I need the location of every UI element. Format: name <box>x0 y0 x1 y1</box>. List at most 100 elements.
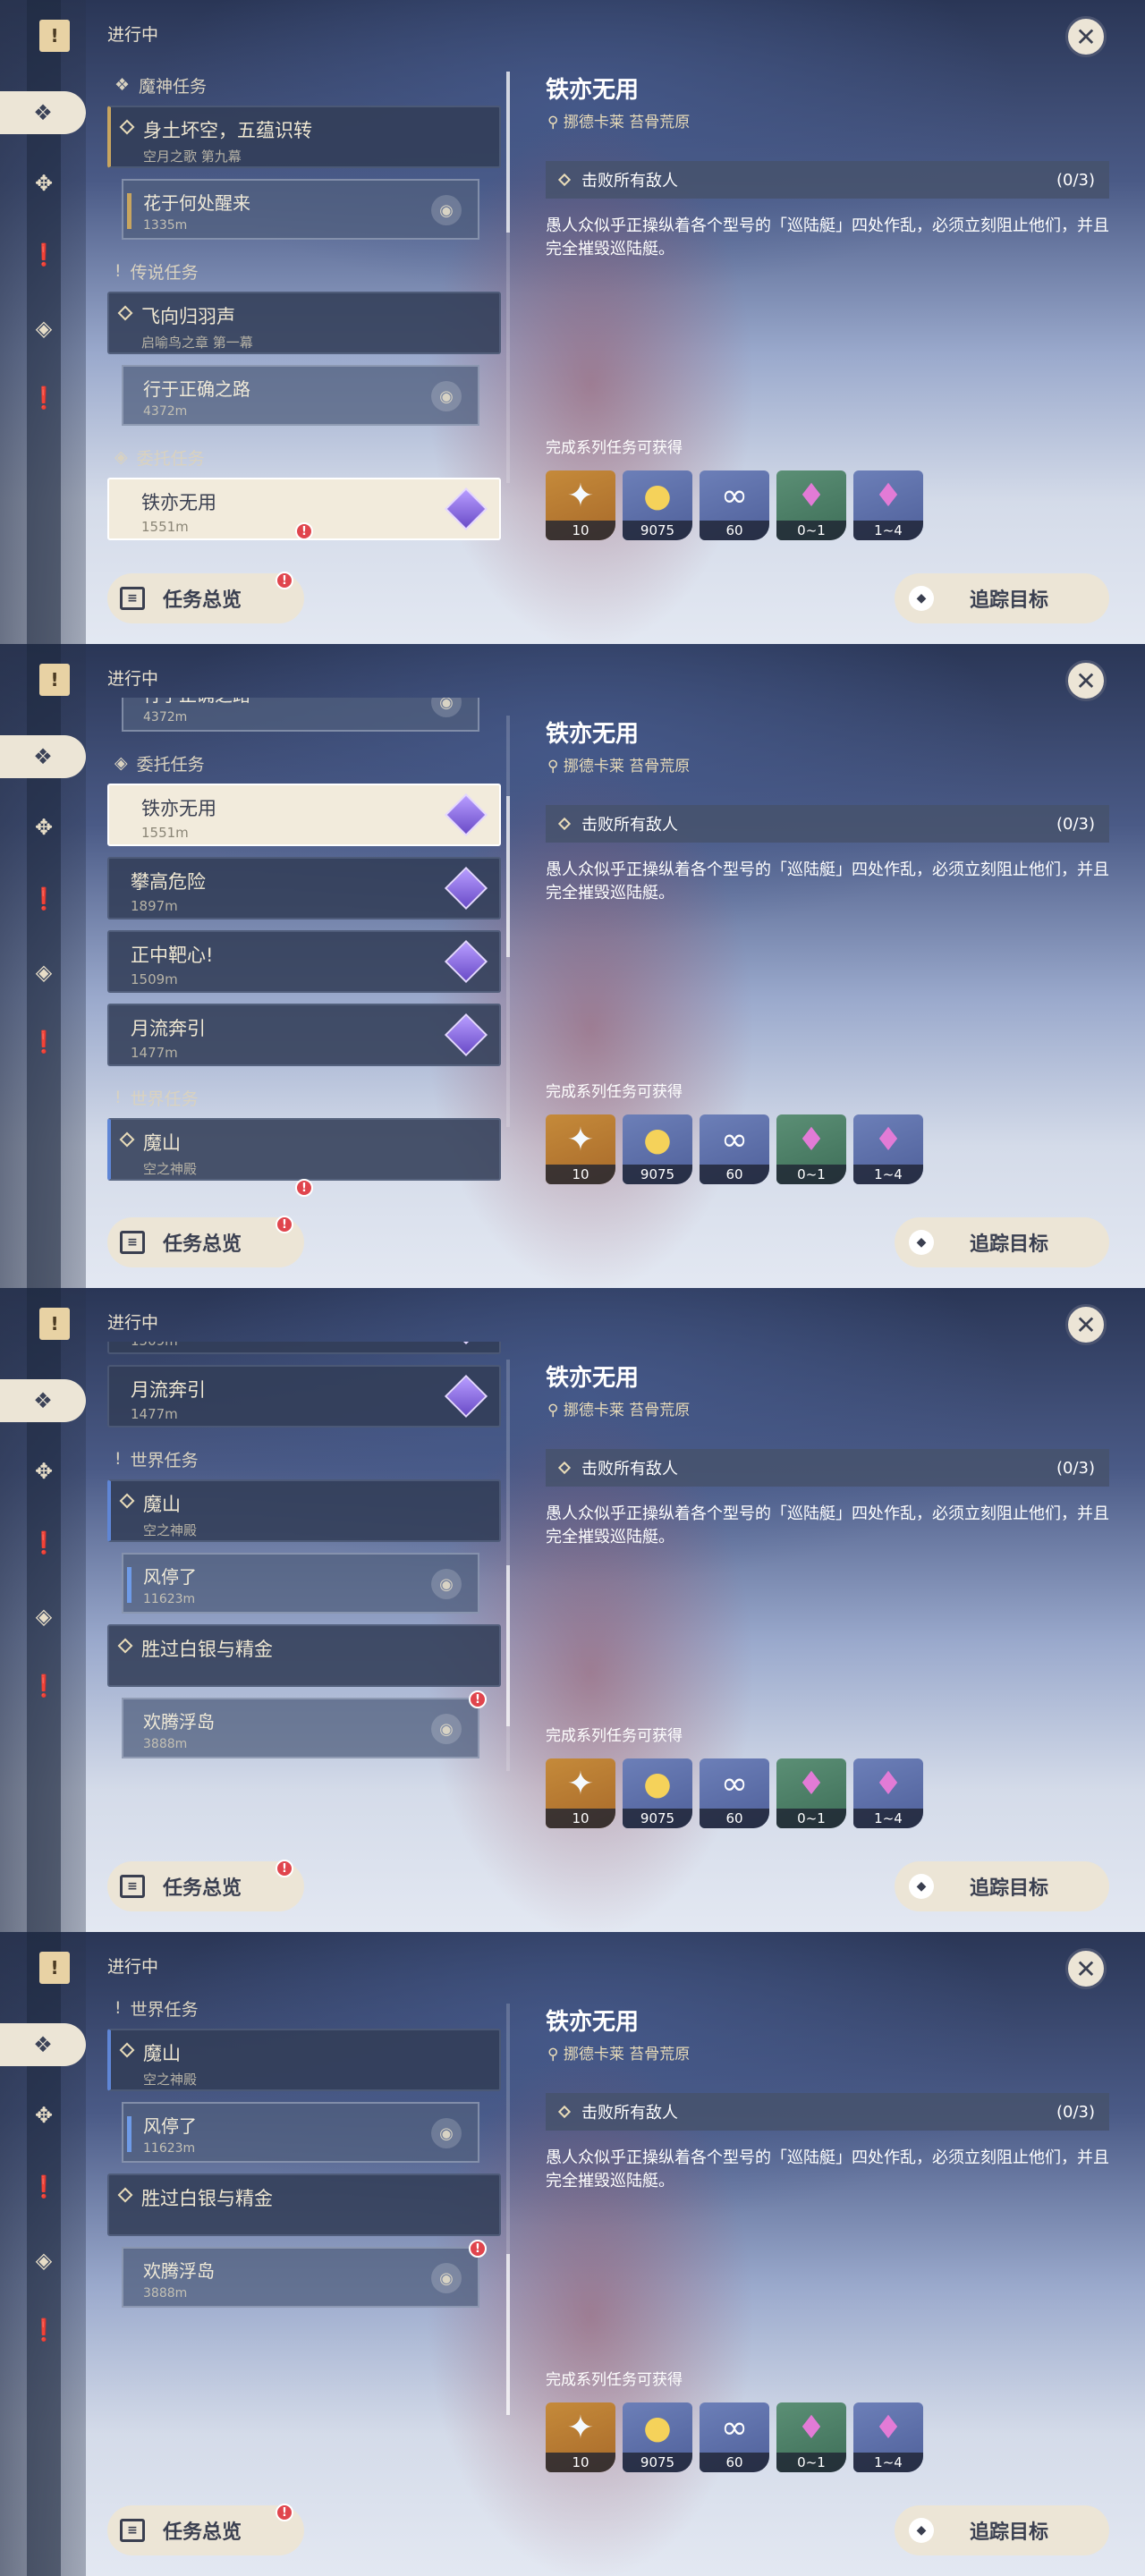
location-pin-icon[interactable]: ◉ <box>431 195 462 225</box>
quest-overview-button[interactable]: ≡ 任务总览! <box>107 1216 304 1267</box>
track-button[interactable]: ◆ 追踪目标 <box>895 2505 1109 2555</box>
primogem-icon[interactable]: ✦ 10 <box>546 1114 615 1184</box>
quest-list: 正中靶心! 1509m 月流奔引 1477m !世界任务 魔山 空之神殿 风停了… <box>106 1342 508 1843</box>
close-button[interactable]: ✕ <box>1065 660 1107 701</box>
quest-book-icon[interactable]: ! <box>39 664 70 696</box>
exclamation-icon[interactable]: ❗ <box>30 242 57 268</box>
compass-icon[interactable]: ✥ <box>30 1458 57 1485</box>
commission-icon[interactable]: ❖ <box>0 735 86 778</box>
commission-icon[interactable]: ❖ <box>0 91 86 134</box>
crystal-cluster-icon[interactable]: ♦ 1~4 <box>853 1758 923 1828</box>
sub-quest-card[interactable]: 风停了 11623m ◉ <box>122 2102 479 2163</box>
scroll-thumb[interactable] <box>506 72 510 233</box>
quest-overview-button[interactable]: ≡ 任务总览! <box>107 2504 304 2555</box>
quest-card[interactable]: 正中靶心! 1509m <box>107 930 501 993</box>
sub-quest-card[interactable]: 风停了 11623m ◉ <box>122 1553 479 1614</box>
location-pin-icon[interactable]: ◉ <box>431 2263 462 2293</box>
quest-card[interactable]: 正中靶心! 1509m <box>107 1342 501 1354</box>
compass-icon[interactable]: ✥ <box>30 2102 57 2129</box>
adventure-exp-icon[interactable]: ∞ 60 <box>700 2402 769 2472</box>
quest-title: 铁亦无用 <box>546 77 640 104</box>
primogem-icon[interactable]: ✦ 10 <box>546 2402 615 2472</box>
world-diamond-icon[interactable]: ◈ <box>30 2247 57 2274</box>
alert-badge: ! <box>469 2240 487 2258</box>
quest-book-icon[interactable]: ! <box>39 20 70 52</box>
quest-overview-button[interactable]: ≡ 任务总览! <box>107 1860 304 1911</box>
adventure-exp-icon[interactable]: ∞ 60 <box>700 1114 769 1184</box>
primogem-icon[interactable]: ✦ 10 <box>546 470 615 540</box>
location-pin-icon[interactable]: ◉ <box>431 381 462 411</box>
quest-card-selected[interactable]: 铁亦无用 1551m <box>107 784 501 846</box>
exclamation-icon: ! <box>114 1088 122 1107</box>
quest-card-archon[interactable]: 身土坏空，五蕴识转 空月之歌 第九幕 <box>107 106 501 168</box>
alert-badge: ! <box>295 1179 313 1197</box>
close-button[interactable]: ✕ <box>1065 1304 1107 1345</box>
exclamation-icon[interactable]: ❗ <box>30 886 57 912</box>
exclamation-icon[interactable]: ❗ <box>30 2174 57 2200</box>
quest-card-world[interactable]: 魔山 空之神殿 <box>107 1479 501 1542</box>
scrollbar[interactable] <box>506 1360 510 1771</box>
crystal-icon[interactable]: ♦ 0~1 <box>776 470 846 540</box>
quest-card[interactable]: 月流奔引 1477m <box>107 1365 501 1428</box>
track-button[interactable]: ◆ 追踪目标 <box>895 1861 1109 1911</box>
world-diamond-icon[interactable]: ◈ <box>30 959 57 986</box>
exclamation-icon[interactable]: ❗ <box>30 1673 57 1699</box>
exclamation-icon: ! <box>114 1998 122 2018</box>
crystal-icon[interactable]: ♦ 0~1 <box>776 2402 846 2472</box>
scrollbar[interactable] <box>506 2004 510 2415</box>
scrollbar[interactable] <box>506 72 510 483</box>
exclamation-icon[interactable]: ❗ <box>30 2317 57 2343</box>
primogem-icon[interactable]: ✦ 10 <box>546 1758 615 1828</box>
sub-quest-card[interactable]: 欢腾浮岛 3888m ◉ ! <box>122 1690 487 1758</box>
quest-book-icon[interactable]: ! <box>39 1308 70 1340</box>
sub-quest-card[interactable]: 欢腾浮岛 3888m ◉ ! <box>122 2240 487 2308</box>
location-pin-icon[interactable]: ◉ <box>431 1714 462 1744</box>
sub-quest-card[interactable]: 行于正确之路 4372m ◉ <box>122 365 479 426</box>
adventure-exp-icon[interactable]: ∞ 60 <box>700 1758 769 1828</box>
scroll-thumb[interactable] <box>506 1565 510 1726</box>
compass-icon[interactable]: ✥ <box>30 170 57 197</box>
location-pin-icon[interactable]: ◉ <box>431 1569 462 1599</box>
track-button[interactable]: ◆ 追踪目标 <box>895 573 1109 623</box>
diamond-icon <box>117 305 133 321</box>
quest-card-legend[interactable]: 飞向归羽声 启喻鸟之章 第一幕 <box>107 292 501 354</box>
crystal-cluster-icon[interactable]: ♦ 1~4 <box>853 2402 923 2472</box>
quest-location: ⚲ 挪德卡莱 苔骨荒原 <box>547 1402 691 1419</box>
location-pin-icon[interactable]: ◉ <box>431 2118 462 2148</box>
world-diamond-icon[interactable]: ◈ <box>30 1603 57 1630</box>
objective-icon <box>557 1461 572 1475</box>
scrollbar[interactable] <box>506 716 510 1127</box>
scroll-thumb[interactable] <box>506 796 510 957</box>
exclamation-icon[interactable]: ❗ <box>30 1029 57 1055</box>
quest-card-world[interactable]: 魔山 空之神殿 <box>107 1118 501 1181</box>
quest-card-world-2[interactable]: 胜过白银与精金 <box>107 2174 501 2236</box>
close-button[interactable]: ✕ <box>1065 1948 1107 1989</box>
crystal-cluster-icon[interactable]: ♦ 1~4 <box>853 1114 923 1184</box>
mora-icon[interactable]: ● 9075 <box>623 470 692 540</box>
compass-icon[interactable]: ✥ <box>30 814 57 841</box>
quest-overview-button[interactable]: ≡ 任务总览! <box>107 572 304 623</box>
track-button[interactable]: ◆ 追踪目标 <box>895 1217 1109 1267</box>
commission-icon[interactable]: ❖ <box>0 2023 86 2066</box>
adventure-exp-icon[interactable]: ∞ 60 <box>700 470 769 540</box>
quest-card-world-2[interactable]: 胜过白银与精金 <box>107 1624 501 1687</box>
crystal-cluster-icon[interactable]: ♦ 1~4 <box>853 470 923 540</box>
sub-quest-card[interactable]: 花于何处醒来 1335m ◉ <box>122 179 479 240</box>
exclamation-icon[interactable]: ❗ <box>30 385 57 411</box>
mora-icon[interactable]: ● 9075 <box>623 2402 692 2472</box>
sub-quest-card[interactable]: 行于正确之路 4372m ◉ <box>122 698 479 732</box>
close-button[interactable]: ✕ <box>1065 16 1107 57</box>
commission-icon[interactable]: ❖ <box>0 1379 86 1422</box>
crystal-icon[interactable]: ♦ 0~1 <box>776 1114 846 1184</box>
quest-card[interactable]: 攀高危险 1897m <box>107 857 501 919</box>
exclamation-icon[interactable]: ❗ <box>30 1530 57 1556</box>
quest-card[interactable]: 月流奔引 1477m <box>107 1004 501 1066</box>
world-diamond-icon[interactable]: ◈ <box>30 315 57 342</box>
mora-icon[interactable]: ● 9075 <box>623 1758 692 1828</box>
mora-icon[interactable]: ● 9075 <box>623 1114 692 1184</box>
crystal-icon[interactable]: ♦ 0~1 <box>776 1758 846 1828</box>
quest-book-icon[interactable]: ! <box>39 1952 70 1984</box>
scroll-thumb[interactable] <box>506 2254 510 2415</box>
list-icon: ≡ <box>120 1231 145 1254</box>
quest-card-world[interactable]: 魔山 空之神殿 <box>107 2029 501 2091</box>
